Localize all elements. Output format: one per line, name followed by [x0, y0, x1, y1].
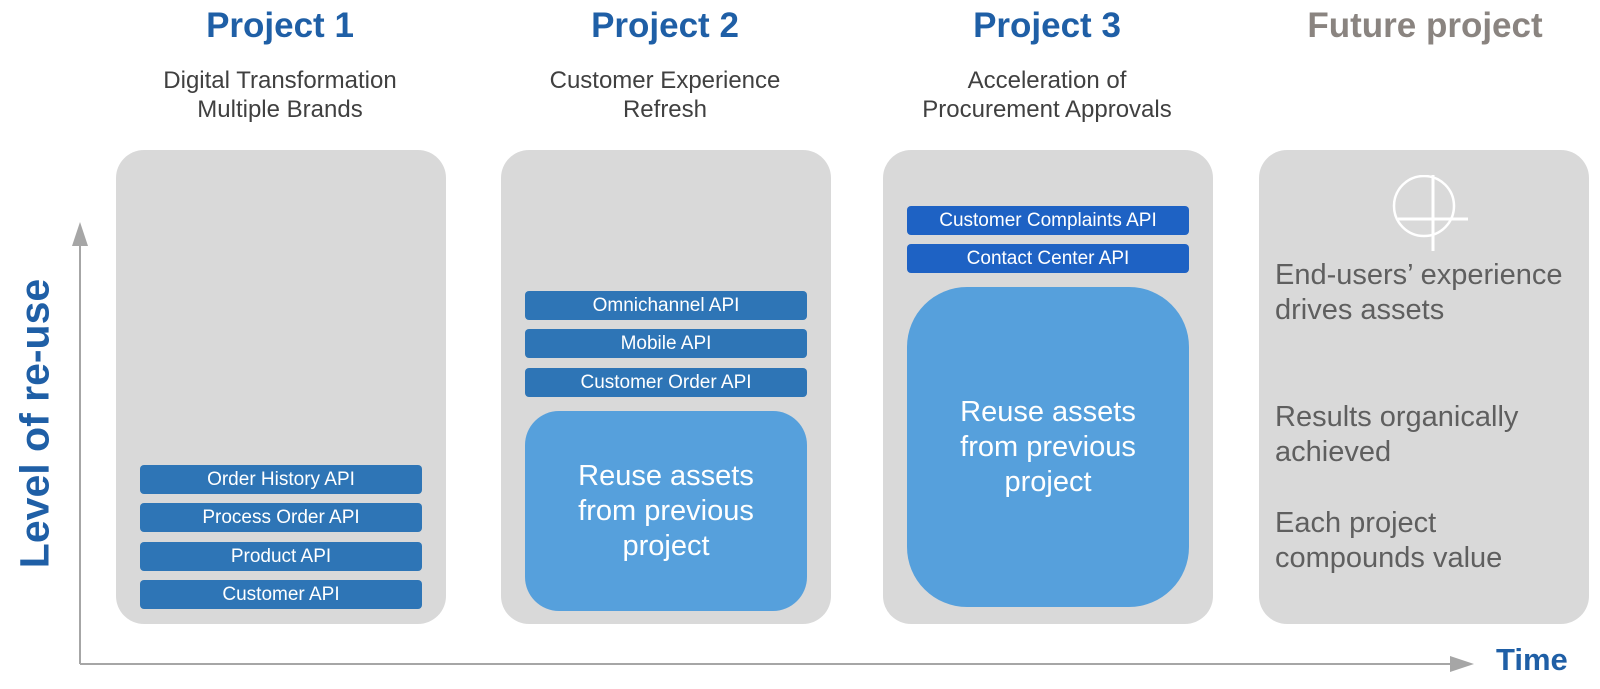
- axes: [72, 222, 1474, 672]
- y-axis-label: Level of re-use: [11, 278, 58, 569]
- y-axis-arrow-icon: [72, 222, 88, 246]
- x-axis-arrow-icon: [1450, 656, 1474, 672]
- x-axis-label: Time: [1496, 642, 1568, 677]
